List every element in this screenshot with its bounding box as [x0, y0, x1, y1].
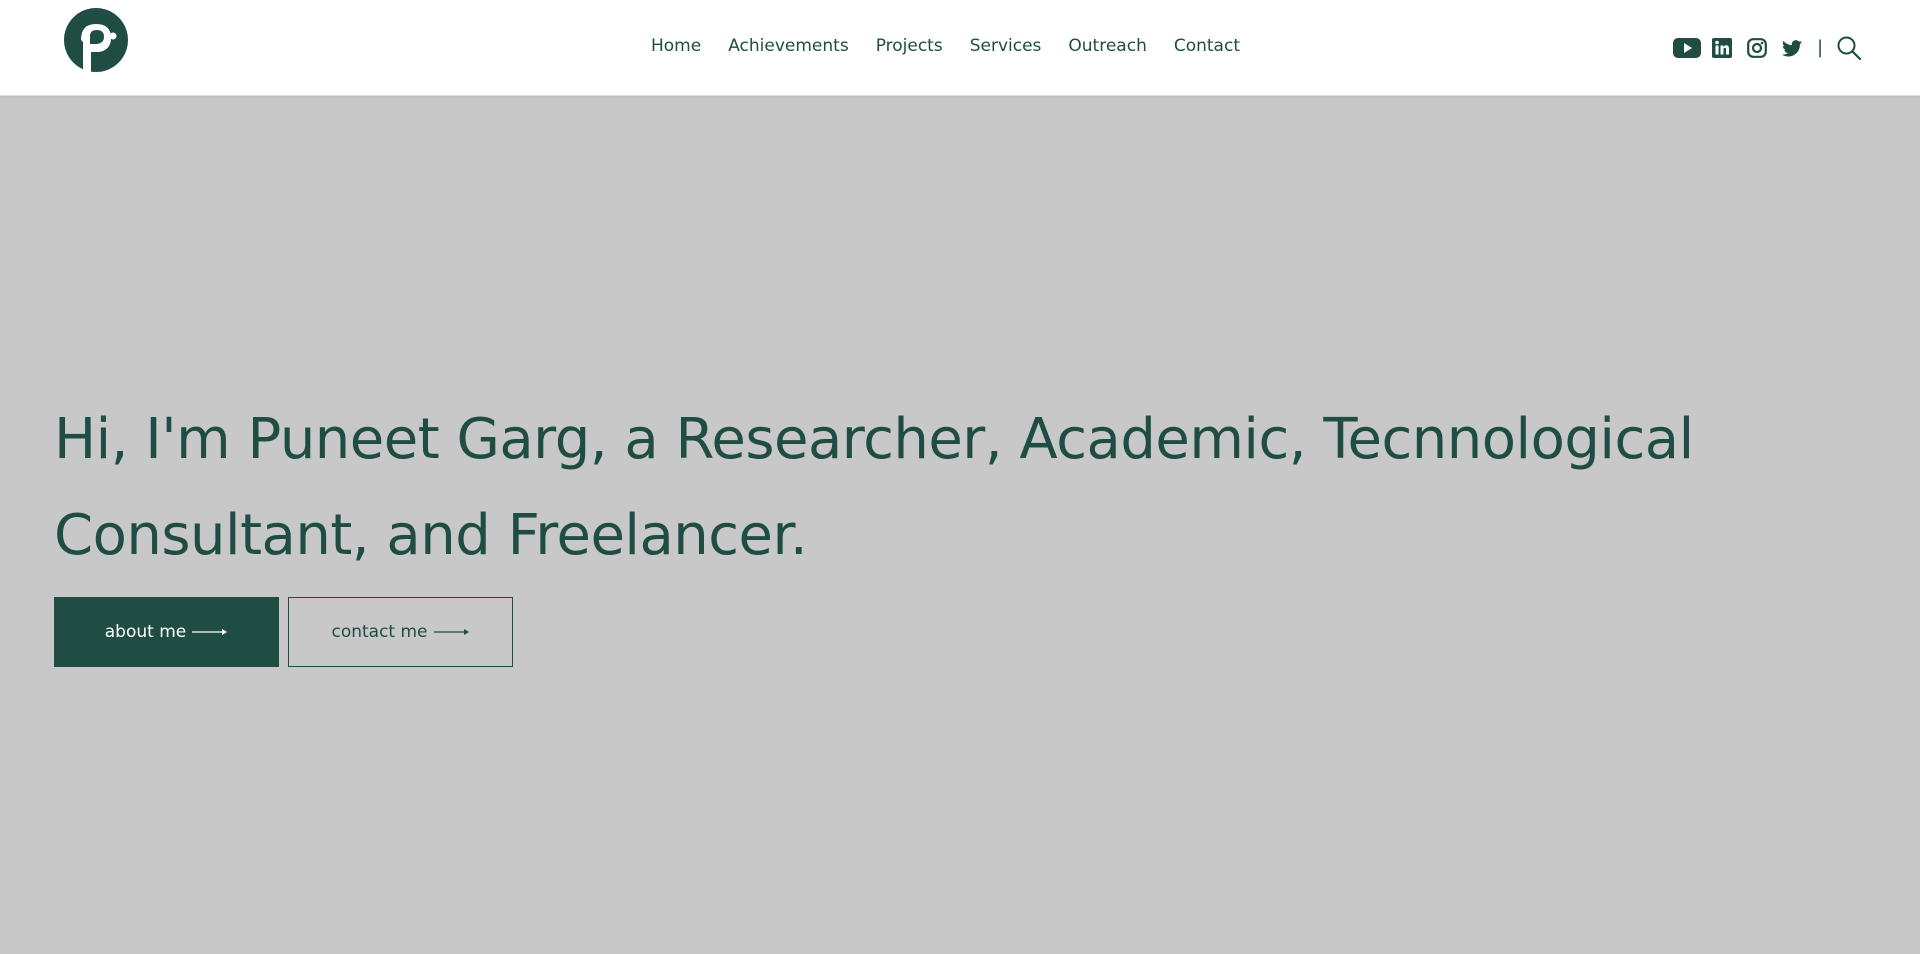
nav-contact[interactable]: Contact — [1174, 32, 1240, 60]
nav-home[interactable]: Home — [651, 32, 701, 60]
linkedin-icon[interactable] — [1709, 35, 1735, 61]
contact-me-button[interactable]: contact me — [288, 597, 513, 667]
about-me-button[interactable]: about me — [54, 597, 279, 667]
about-me-label: about me — [104, 622, 187, 642]
contact-me-label: contact me — [331, 622, 428, 642]
social-links: | — [1672, 34, 1863, 62]
nav-projects[interactable]: Projects — [876, 32, 943, 60]
search-icon[interactable] — [1835, 34, 1863, 62]
hero-title: Hi, I'm Puneet Garg, a Researcher, Acade… — [54, 407, 1694, 568]
twitter-icon[interactable] — [1779, 35, 1805, 61]
main-nav: Home Achievements Projects Services Outr… — [651, 32, 1240, 60]
arrow-right-icon — [433, 629, 469, 635]
nav-services[interactable]: Services — [970, 32, 1042, 60]
instagram-icon[interactable] — [1744, 35, 1770, 61]
site-header: Home Achievements Projects Services Outr… — [0, 0, 1920, 96]
nav-outreach[interactable]: Outreach — [1068, 32, 1146, 60]
arrow-right-icon — [192, 629, 228, 635]
logo[interactable] — [61, 6, 133, 90]
nav-achievements[interactable]: Achievements — [728, 32, 848, 60]
separator: | — [1817, 37, 1824, 58]
youtube-icon[interactable] — [1672, 35, 1702, 61]
